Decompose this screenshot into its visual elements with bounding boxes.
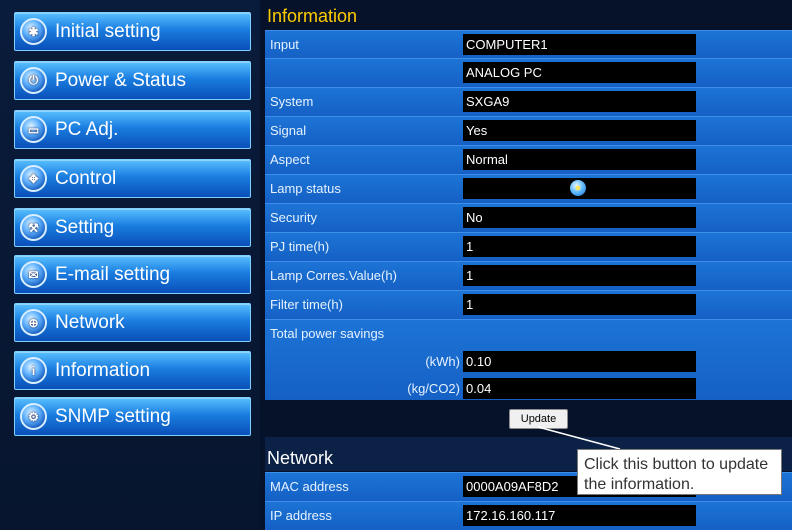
callout-box: Click this button to update the informat… xyxy=(577,449,782,495)
